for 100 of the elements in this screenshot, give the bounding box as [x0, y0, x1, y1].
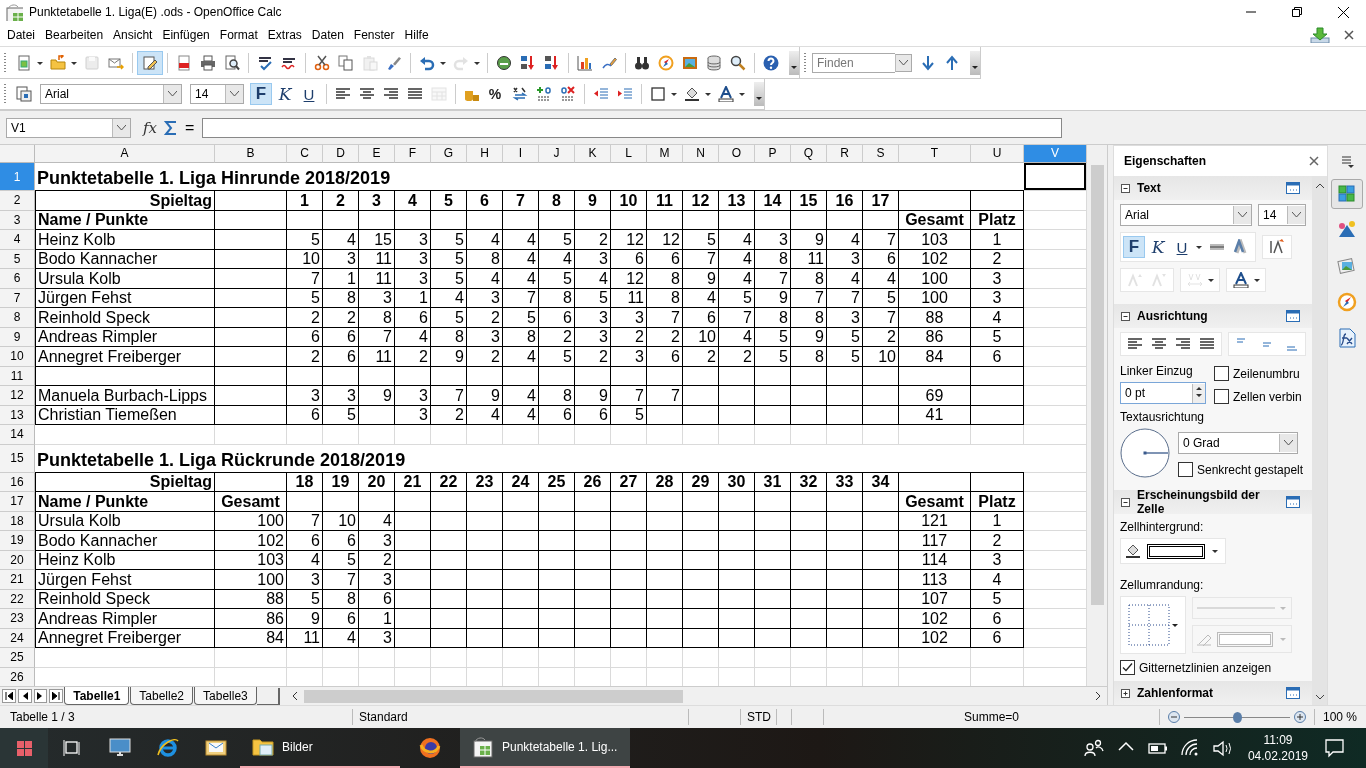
menu-item[interactable]: Bearbeiten [40, 27, 109, 42]
empty-cell[interactable] [611, 628, 647, 648]
justify-icon[interactable] [407, 86, 423, 102]
empty-cell[interactable] [395, 511, 431, 531]
column-header[interactable]: S [863, 145, 899, 163]
empty-cell[interactable] [395, 609, 431, 629]
empty-cell[interactable] [359, 366, 395, 386]
empty-cell[interactable] [323, 366, 359, 386]
empty-cell[interactable] [611, 511, 647, 531]
empty-cell[interactable] [863, 531, 899, 551]
empty-cell[interactable] [575, 609, 611, 629]
empty-cell[interactable] [719, 589, 755, 609]
empty-cell[interactable] [683, 609, 719, 629]
paint-bucket-icon[interactable] [684, 86, 700, 102]
empty-cell[interactable] [359, 492, 395, 512]
empty-cell[interactable] [755, 550, 791, 570]
row-header[interactable]: 4 [0, 230, 35, 250]
menu-item[interactable]: Daten [306, 27, 349, 42]
column-header[interactable]: O [719, 145, 755, 163]
dropdown-icon[interactable] [1233, 206, 1252, 224]
format-button[interactable]: U [298, 83, 320, 105]
column-header[interactable]: T [899, 145, 971, 163]
column-header[interactable]: G [431, 145, 467, 163]
column-header[interactable]: B [215, 145, 287, 163]
empty-cell[interactable] [503, 531, 539, 551]
text-shadow-icon[interactable] [1233, 239, 1249, 255]
empty-cell[interactable] [611, 609, 647, 629]
dropdown-icon[interactable] [163, 85, 181, 103]
caret-icon[interactable] [1207, 276, 1215, 284]
empty-cell[interactable] [755, 589, 791, 609]
more-options-icon[interactable] [1286, 496, 1300, 508]
caret-icon[interactable] [1211, 547, 1219, 555]
empty-cell[interactable] [431, 609, 467, 629]
empty-cell[interactable] [971, 472, 1024, 492]
section-header[interactable]: Text [1114, 176, 1312, 200]
sort-descending-icon[interactable] [544, 54, 560, 71]
column-header[interactable]: I [503, 145, 539, 163]
row-header[interactable]: 23 [0, 609, 35, 629]
empty-cell[interactable] [863, 492, 899, 512]
empty-cell[interactable] [719, 570, 755, 590]
decrease-indent-icon[interactable] [593, 86, 609, 102]
format-button[interactable]: K [1147, 236, 1169, 258]
edit-file-button[interactable] [137, 50, 163, 75]
paint-bucket-icon[interactable] [1125, 543, 1141, 559]
column-header[interactable]: U [971, 145, 1024, 163]
section-header[interactable]: Zahlenformat [1114, 681, 1312, 705]
empty-cell[interactable] [539, 531, 575, 551]
empty-cell[interactable] [827, 609, 863, 629]
empty-cell[interactable] [827, 570, 863, 590]
sidebar-menu-icon[interactable] [1339, 153, 1355, 169]
scissors-icon[interactable] [314, 54, 330, 71]
empty-cell[interactable] [719, 550, 755, 570]
clock[interactable]: 11:09 04.02.2019 [1247, 732, 1308, 764]
empty-cell[interactable] [575, 511, 611, 531]
empty-cell[interactable] [467, 366, 503, 386]
align-left-icon[interactable] [335, 86, 351, 102]
empty-cell[interactable] [359, 210, 395, 230]
column-header[interactable]: R [827, 145, 863, 163]
scroll-up-icon[interactable] [1314, 182, 1325, 190]
empty-cell[interactable] [359, 405, 395, 425]
empty-cell[interactable] [791, 511, 827, 531]
task-view-icon[interactable] [63, 739, 81, 757]
empty-cell[interactable] [863, 386, 899, 406]
delete-decimal-icon[interactable] [560, 86, 576, 102]
wifi-icon[interactable] [1179, 738, 1200, 758]
zoom-out-icon[interactable] [1168, 711, 1180, 723]
taskbar-button[interactable]: Punktetabelle 1. Lig... [460, 728, 630, 768]
empty-cell[interactable] [215, 191, 287, 211]
row-header[interactable]: 8 [0, 308, 35, 328]
empty-cell[interactable] [719, 531, 755, 551]
empty-cell[interactable] [503, 570, 539, 590]
empty-cell[interactable] [503, 511, 539, 531]
column-header[interactable]: J [539, 145, 575, 163]
empty-cell[interactable] [755, 531, 791, 551]
empty-cell[interactable] [683, 210, 719, 230]
empty-cell[interactable] [575, 210, 611, 230]
more-options-icon[interactable] [1286, 687, 1300, 699]
checkbox-label[interactable]: Senkrecht gestapelt [1197, 462, 1304, 477]
empty-cell[interactable] [755, 609, 791, 629]
cell-border-picker[interactable] [1120, 596, 1186, 654]
more-options-icon[interactable] [1286, 182, 1300, 194]
empty-cell[interactable] [971, 191, 1024, 211]
row-header[interactable]: 12 [0, 386, 35, 406]
zoom-slider-thumb[interactable] [1233, 711, 1242, 723]
menu-item[interactable]: Datei [2, 27, 40, 42]
empty-cell[interactable] [647, 570, 683, 590]
empty-cell[interactable] [467, 609, 503, 629]
chart-icon[interactable] [577, 54, 593, 71]
empty-cell[interactable] [683, 550, 719, 570]
empty-cell[interactable] [827, 210, 863, 230]
justify-icon[interactable] [1199, 336, 1215, 352]
empty-cell[interactable] [791, 366, 827, 386]
binoculars-icon[interactable] [634, 54, 650, 71]
angle-field[interactable]: 0 Grad [1178, 432, 1298, 454]
empty-cell[interactable] [971, 366, 1024, 386]
align-left-icon[interactable] [1127, 336, 1143, 352]
empty-cell[interactable] [611, 550, 647, 570]
function-wizard-button[interactable]: fx [143, 118, 157, 137]
scroll-down-icon[interactable] [1314, 693, 1325, 701]
first-sheet-button[interactable] [2, 689, 16, 703]
